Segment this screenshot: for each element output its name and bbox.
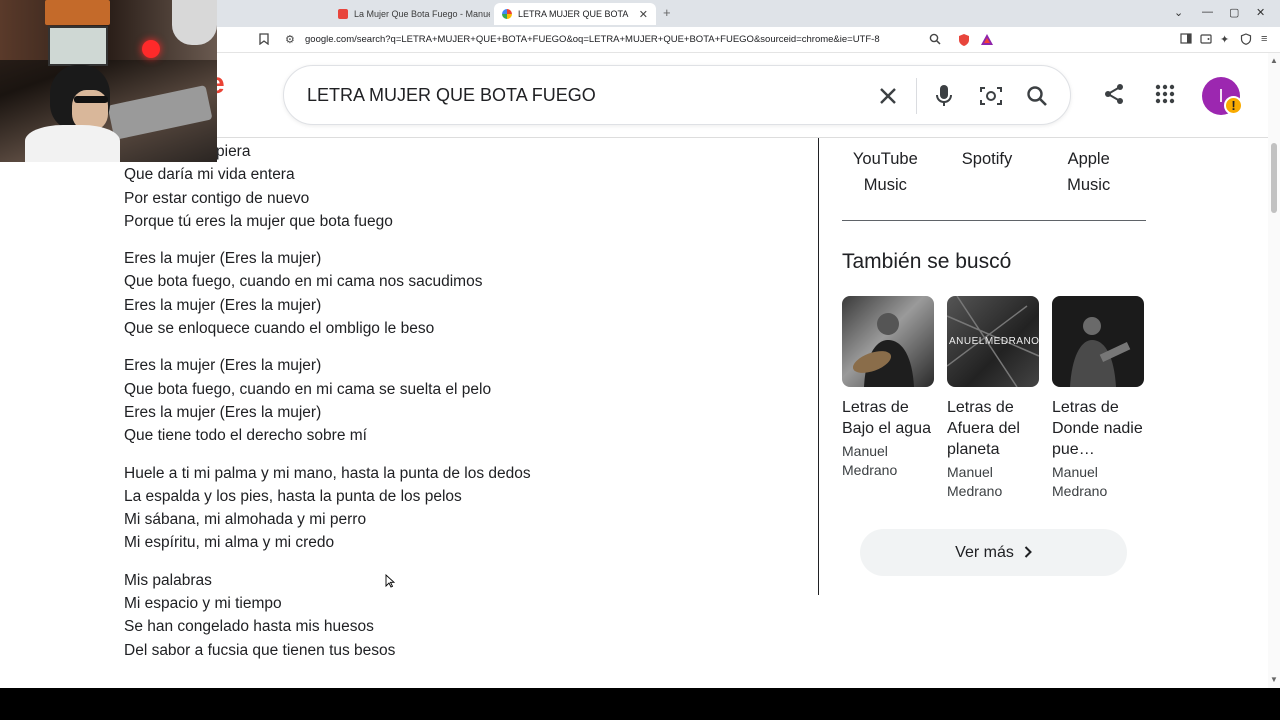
section-divider — [842, 220, 1146, 221]
provider-apple-music[interactable]: Apple Music — [1045, 146, 1132, 198]
music-providers: YouTube Music Spotify Apple Music — [842, 146, 1147, 198]
minimize-icon[interactable]: — — [1202, 6, 1213, 18]
menu-icon[interactable]: ≡ — [1261, 33, 1267, 45]
lyric-line: Que bota fuego, cuando en mi cama se sue… — [124, 380, 492, 398]
scroll-down-icon[interactable]: ▼ — [1270, 675, 1278, 684]
lyric-line: La espalda y los pies, hasta la punta de… — [124, 487, 462, 505]
lyric-line: Del sabor a fucsia que tienen tus besos — [124, 641, 396, 659]
card-artist: Manuel Medrano — [1052, 464, 1108, 499]
apps-grid-icon[interactable] — [1150, 79, 1180, 109]
bookmark-icon[interactable] — [259, 33, 269, 48]
mouse-cursor-icon — [385, 574, 395, 588]
card-artist: Manuel Medrano — [947, 464, 1003, 499]
scroll-thumb[interactable] — [1271, 143, 1277, 213]
lyric-line: Por estar contigo de nuevo — [124, 189, 310, 207]
album-thumbnail[interactable] — [1052, 296, 1144, 387]
also-searched-cards: Letras de Bajo el agua Manuel Medrano AN… — [842, 296, 1157, 501]
lyrics-stanza: Mis palabras Mi espacio y mi tiempo Se h… — [124, 569, 804, 662]
lyric-line: Que bota fuego, cuando en mi cama nos sa… — [124, 273, 483, 291]
lyric-line: Mi espíritu, mi alma y mi credo — [124, 534, 335, 552]
lyrics-stanza: Huele a ti mi palma y mi mano, hasta la … — [124, 462, 804, 555]
related-card-bajo-el-agua[interactable]: Letras de Bajo el agua Manuel Medrano — [842, 296, 934, 501]
provider-spotify[interactable]: Spotify — [944, 146, 1031, 198]
camera-search-icon[interactable] — [977, 82, 1005, 110]
album-thumbnail[interactable] — [842, 296, 934, 387]
also-searched-title: También se buscó — [842, 250, 1012, 273]
new-tab-icon[interactable]: + — [663, 5, 671, 20]
lyric-line: Que tiene todo el derecho sobre mí — [124, 427, 367, 445]
lyrics-panel: piera Que daría mi vida entera Por estar… — [124, 140, 804, 676]
search-divider — [916, 78, 917, 114]
lyric-line: Se han congelado hasta mis huesos — [124, 618, 374, 636]
search-box[interactable]: LETRA MUJER QUE BOTA FUEGO — [283, 65, 1071, 125]
warning-badge-icon: ! — [1224, 96, 1243, 115]
vpn-shield-icon[interactable] — [1240, 33, 1252, 48]
lyric-line: Eres la mujer (Eres la mujer) — [124, 296, 322, 314]
lyric-line: Huele a ti mi palma y mi mano, hasta la … — [124, 464, 531, 482]
shield-extension-icon[interactable] — [957, 33, 971, 50]
lyric-line: Mi espacio y mi tiempo — [124, 595, 282, 613]
zoom-icon[interactable] — [929, 33, 941, 48]
album-thumbnail[interactable]: ANUELMEDRANO — [947, 296, 1039, 387]
lyric-line: Eres la mujer (Eres la mujer) — [124, 250, 322, 268]
site-settings-icon[interactable]: ⚙ — [285, 33, 295, 46]
chevron-right-icon — [1024, 542, 1032, 563]
microphone-icon[interactable] — [930, 82, 958, 110]
thumbnail-text: ANUELMEDRANO — [949, 336, 1039, 347]
ver-mas-label: Ver más — [955, 543, 1014, 561]
lyric-line: Eres la mujer (Eres la mujer) — [124, 357, 322, 375]
maximize-icon[interactable]: ▢ — [1229, 6, 1239, 19]
lyric-line: Mis palabras — [124, 571, 212, 589]
lyric-line: Que daría mi vida entera — [124, 166, 295, 184]
tab-title: LETRA MUJER QUE BOTA FUEGO — [518, 9, 629, 19]
ver-mas-button[interactable]: Ver más — [860, 529, 1127, 576]
card-artist: Manuel Medrano — [842, 443, 898, 478]
search-icon[interactable] — [1023, 82, 1051, 110]
page-scrollbar[interactable]: ▲ ▼ — [1268, 53, 1280, 688]
lyrics-stanza: Eres la mujer (Eres la mujer) Que bota f… — [124, 354, 804, 447]
screen: La Mujer Que Bota Fuego - Manuel M LETRA… — [0, 0, 1280, 720]
close-tab-icon[interactable]: ✕ — [639, 8, 648, 21]
card-title[interactable]: Letras de Donde nadie pue… — [1052, 397, 1144, 460]
lyrics-stanza: piera Que daría mi vida entera Por estar… — [124, 140, 804, 233]
webcam-overlay — [0, 0, 217, 162]
lyric-line: Porque tú eres la mujer que bota fuego — [124, 212, 393, 230]
sparkle-icon[interactable]: ✦ — [1220, 33, 1229, 46]
column-divider — [818, 138, 819, 595]
clear-icon[interactable] — [874, 82, 902, 110]
google-favicon-icon — [502, 9, 512, 19]
related-card-donde-nadie-puede[interactable]: Letras de Donde nadie pue… Manuel Medran… — [1052, 296, 1144, 501]
lyric-line: piera — [216, 143, 251, 160]
tab-google-search[interactable]: LETRA MUJER QUE BOTA FUEGO ✕ — [494, 3, 656, 25]
card-title[interactable]: Letras de Bajo el agua — [842, 397, 934, 439]
bottom-black-bar — [0, 688, 1280, 720]
url-field[interactable]: google.com/search?q=LETRA+MUJER+QUE+BOTA… — [305, 34, 880, 45]
scroll-up-icon[interactable]: ▲ — [1270, 56, 1278, 65]
close-window-icon[interactable]: ✕ — [1256, 6, 1265, 19]
search-input[interactable]: LETRA MUJER QUE BOTA FUEGO — [307, 85, 596, 106]
wallet-icon[interactable] — [1200, 33, 1212, 47]
lyric-line: Eres la mujer (Eres la mujer) — [124, 403, 322, 421]
related-card-afuera-del-planeta[interactable]: ANUELMEDRANO Letras de Afuera del planet… — [947, 296, 1039, 501]
tab-search-icon[interactable]: ⌄ — [1174, 6, 1183, 19]
provider-youtube-music[interactable]: YouTube Music — [842, 146, 929, 198]
triangle-extension-icon[interactable] — [980, 33, 994, 49]
sidebar-icon[interactable] — [1180, 33, 1192, 47]
lyrics-stanza: Eres la mujer (Eres la mujer) Que bota f… — [124, 247, 804, 340]
lyric-line: Mi sábana, mi almohada y mi perro — [124, 511, 367, 529]
tab-song-page[interactable]: La Mujer Que Bota Fuego - Manuel M — [330, 3, 490, 25]
share-icon[interactable] — [1099, 79, 1129, 109]
tab-title: La Mujer Que Bota Fuego - Manuel M — [354, 9, 490, 19]
lyric-line: Que se enloquece cuando el ombligo le be… — [124, 320, 435, 338]
site-favicon-icon — [338, 9, 348, 19]
card-title[interactable]: Letras de Afuera del planeta — [947, 397, 1039, 460]
